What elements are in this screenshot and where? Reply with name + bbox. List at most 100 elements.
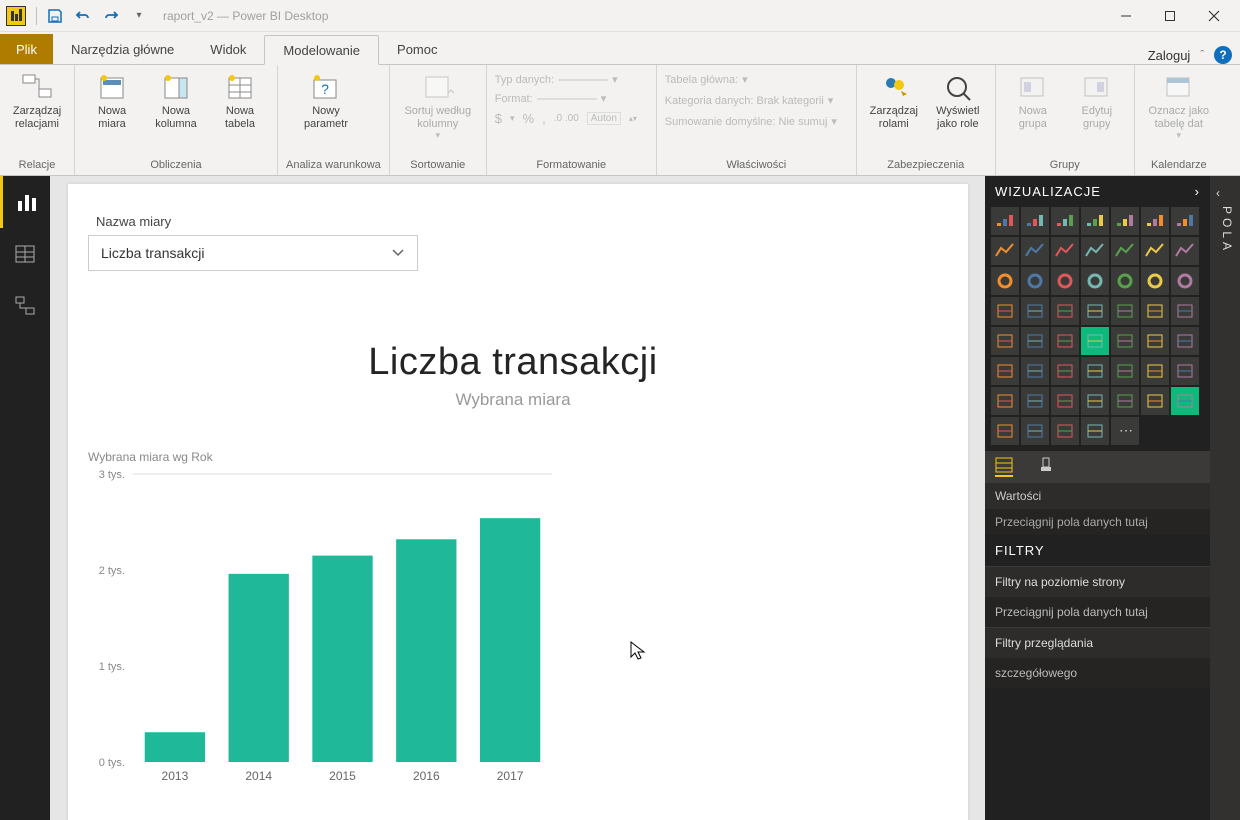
viz-type-icon[interactable]	[1051, 327, 1079, 355]
data-type-dropdown[interactable]: Typ danych: ▾	[495, 71, 637, 88]
viz-type-icon[interactable]	[1051, 417, 1079, 445]
viz-type-icon[interactable]	[1051, 357, 1079, 385]
viz-type-icon[interactable]	[1081, 357, 1109, 385]
viz-type-icon[interactable]	[1111, 267, 1139, 295]
page-filters-drop-zone[interactable]: Przeciągnij pola danych tutaj	[985, 597, 1210, 627]
maximize-icon[interactable]	[1148, 1, 1192, 31]
viz-type-icon[interactable]	[991, 417, 1019, 445]
viz-type-icon[interactable]	[991, 297, 1019, 325]
signin-link[interactable]: Zaloguj	[1148, 48, 1191, 63]
viz-type-icon[interactable]	[991, 207, 1019, 235]
new-group-button[interactable]: Nowa grupa	[1004, 69, 1062, 130]
viz-type-icon[interactable]	[1111, 327, 1139, 355]
new-column-button[interactable]: Nowa kolumna	[147, 69, 205, 130]
viz-type-icon[interactable]	[1111, 207, 1139, 235]
new-table-button[interactable]: Nowa tabela	[211, 69, 269, 130]
collapse-ribbon-icon[interactable]: ˆ	[1200, 49, 1204, 61]
viz-type-icon[interactable]	[1141, 207, 1169, 235]
new-measure-button[interactable]: Nowa miara	[83, 69, 141, 130]
viz-type-icon[interactable]	[1111, 357, 1139, 385]
viz-type-icon[interactable]	[1171, 297, 1199, 325]
redo-icon[interactable]	[97, 2, 125, 30]
tab-modeling[interactable]: Modelowanie	[264, 35, 379, 65]
viz-type-icon[interactable]	[1051, 207, 1079, 235]
fields-well-icon[interactable]	[995, 457, 1013, 477]
view-as-roles-button[interactable]: Wyświetl jako role	[929, 69, 987, 130]
filters-header[interactable]: FILTRY	[985, 535, 1210, 566]
viz-type-icon[interactable]	[1021, 357, 1049, 385]
viz-type-icon[interactable]	[1081, 327, 1109, 355]
viz-type-icon[interactable]	[1171, 387, 1199, 415]
viz-type-icon[interactable]	[1021, 207, 1049, 235]
viz-type-icon[interactable]	[1141, 267, 1169, 295]
viz-type-icon[interactable]	[991, 267, 1019, 295]
fields-panel-collapsed[interactable]: ‹ POLA	[1210, 176, 1240, 820]
save-icon[interactable]	[41, 2, 69, 30]
model-view-icon[interactable]	[0, 280, 50, 332]
tab-view[interactable]: Widok	[192, 34, 264, 64]
bar-chart[interactable]: Wybrana miara wg Rok 0 tys.1 tys.2 tys.3…	[88, 450, 938, 790]
viz-type-icon[interactable]	[1021, 297, 1049, 325]
chevron-right-icon[interactable]: ›	[1195, 184, 1200, 199]
home-table-dropdown[interactable]: Tabela główna: ▾	[665, 71, 837, 88]
viz-type-icon[interactable]: ⋯	[1111, 417, 1139, 445]
viz-type-icon[interactable]	[991, 387, 1019, 415]
viz-type-icon[interactable]	[1051, 237, 1079, 265]
viz-type-icon[interactable]	[1051, 267, 1079, 295]
viz-type-icon[interactable]	[1021, 237, 1049, 265]
sort-by-column-button[interactable]: Sortuj według kolumny ▾	[398, 69, 478, 141]
default-sum-dropdown[interactable]: Sumowanie domyślne: Nie sumuj ▾	[665, 113, 837, 130]
undo-icon[interactable]	[69, 2, 97, 30]
manage-relationships-button[interactable]: Zarządzaj relacjami	[8, 69, 66, 130]
tab-help[interactable]: Pomoc	[379, 34, 455, 64]
new-parameter-button[interactable]: ? Nowy parametr	[286, 69, 366, 130]
viz-type-icon[interactable]	[1081, 237, 1109, 265]
viz-type-icon[interactable]	[1021, 267, 1049, 295]
viz-type-icon[interactable]	[1081, 297, 1109, 325]
viz-type-icon[interactable]	[1171, 327, 1199, 355]
edit-groups-button[interactable]: Edytuj grupy	[1068, 69, 1126, 130]
viz-panel-header[interactable]: WIZUALIZACJE ›	[985, 176, 1210, 207]
tab-file[interactable]: Plik	[0, 34, 53, 64]
manage-roles-button[interactable]: Zarządzaj rolami	[865, 69, 923, 130]
viz-type-icon[interactable]	[1111, 297, 1139, 325]
viz-type-icon[interactable]	[1051, 387, 1079, 415]
report-canvas[interactable]: Nazwa miary Liczba transakcji Liczba tra…	[50, 176, 985, 820]
report-view-icon[interactable]	[0, 176, 50, 228]
format-symbols[interactable]: $▾%, .0 .00 Auton ▴▾	[495, 109, 637, 128]
viz-type-icon[interactable]	[991, 237, 1019, 265]
viz-type-icon[interactable]	[1111, 387, 1139, 415]
tab-home[interactable]: Narzędzia główne	[53, 34, 192, 64]
viz-type-icon[interactable]	[1171, 237, 1199, 265]
mark-date-table-button[interactable]: Oznacz jako tabelę dat ▾	[1143, 69, 1215, 141]
viz-type-icon[interactable]	[1081, 417, 1109, 445]
format-well-icon[interactable]	[1037, 457, 1055, 477]
viz-type-icon[interactable]	[1111, 237, 1139, 265]
close-icon[interactable]	[1192, 1, 1236, 31]
viz-type-icon[interactable]	[991, 357, 1019, 385]
viz-type-icon[interactable]	[1171, 207, 1199, 235]
data-view-icon[interactable]	[0, 228, 50, 280]
report-page[interactable]: Nazwa miary Liczba transakcji Liczba tra…	[68, 184, 968, 820]
help-icon[interactable]: ?	[1214, 46, 1232, 64]
viz-type-icon[interactable]	[1171, 267, 1199, 295]
qat-dropdown-icon[interactable]: ▾	[125, 2, 153, 30]
viz-type-icon[interactable]	[1021, 327, 1049, 355]
viz-type-icon[interactable]	[1021, 417, 1049, 445]
viz-type-icon[interactable]	[1021, 387, 1049, 415]
viz-type-icon[interactable]	[1051, 297, 1079, 325]
viz-type-icon[interactable]	[1141, 237, 1169, 265]
viz-type-icon[interactable]	[1141, 357, 1169, 385]
viz-type-icon[interactable]	[1081, 387, 1109, 415]
measure-slicer[interactable]: Liczba transakcji	[88, 235, 418, 271]
viz-type-icon[interactable]	[991, 327, 1019, 355]
viz-type-icon[interactable]	[1141, 387, 1169, 415]
viz-type-icon[interactable]	[1081, 267, 1109, 295]
viz-type-icon[interactable]	[1171, 357, 1199, 385]
values-drop-zone[interactable]: Przeciągnij pola danych tutaj	[985, 509, 1210, 535]
data-category-dropdown[interactable]: Kategoria danych: Brak kategorii ▾	[665, 92, 837, 109]
viz-type-icon[interactable]	[1141, 297, 1169, 325]
viz-type-icon[interactable]	[1141, 327, 1169, 355]
format-dropdown[interactable]: Format: ▾	[495, 90, 637, 107]
minimize-icon[interactable]	[1104, 1, 1148, 31]
